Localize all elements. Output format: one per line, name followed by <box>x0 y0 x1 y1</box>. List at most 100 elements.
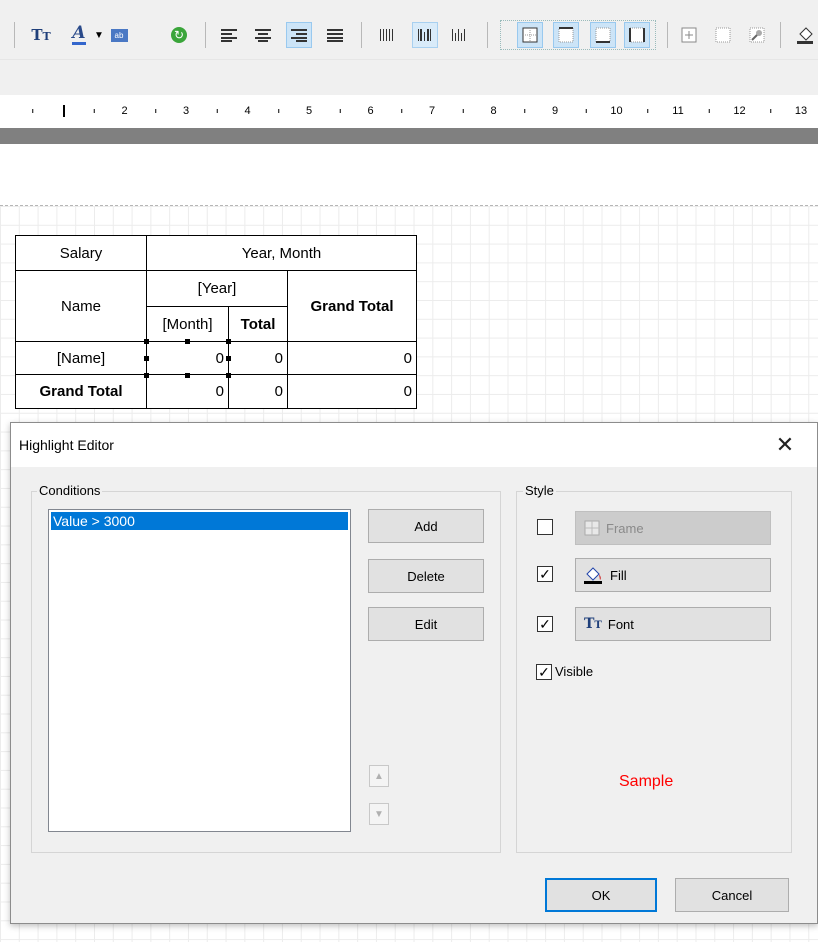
crosstab-name-field-cell[interactable]: [Name] <box>15 341 147 375</box>
crosstab-name-header-label: Name <box>60 297 101 315</box>
barcode3-icon[interactable] <box>446 22 472 48</box>
toolbar-separator <box>780 22 781 48</box>
add-button[interactable]: Add <box>368 509 484 543</box>
dropdown-arrow-icon[interactable]: ▼ <box>92 22 106 48</box>
fill-checkbox[interactable]: ✓ <box>537 566 553 582</box>
ruler-number: 4 <box>244 105 250 117</box>
crosstab-grand-total-row-cell[interactable]: Grand Total <box>15 374 147 409</box>
frame-sides-icon[interactable] <box>624 22 650 48</box>
conditions-list[interactable]: Value > 3000 <box>48 509 351 832</box>
crosstab-data-cell[interactable]: 0 <box>287 374 417 409</box>
font-button-label: Font <box>607 616 634 632</box>
selection-handle[interactable] <box>226 356 231 361</box>
ruler-tick <box>278 109 280 113</box>
close-icon[interactable]: ✕ <box>771 431 799 459</box>
selection-handle[interactable] <box>144 373 149 378</box>
frame-none-icon[interactable] <box>676 22 702 48</box>
text-box-icon[interactable]: ab <box>106 22 132 48</box>
ruler-tick <box>155 109 157 113</box>
fill-icon[interactable] <box>792 22 818 48</box>
selection-handle[interactable] <box>144 339 149 344</box>
horizontal-ruler[interactable]: 2 3 4 5 6 7 8 9 10 11 12 13 <box>0 95 818 128</box>
ruler-tick <box>708 109 710 113</box>
crosstab-salary-cell[interactable]: Salary <box>15 235 147 271</box>
selection-handle[interactable] <box>185 339 190 344</box>
crosstab-data-value: 0 <box>274 383 283 400</box>
frame-style-icon[interactable] <box>744 22 770 48</box>
highlight-editor-dialog: Highlight Editor ✕ Conditions Value > 30… <box>10 422 818 924</box>
frame-icon <box>584 520 600 536</box>
crosstab-grand-total-row-label: Grand Total <box>39 383 123 400</box>
text-font-icon[interactable]: TT <box>28 22 54 48</box>
move-up-button[interactable]: ▲ <box>369 765 389 787</box>
selection-handle[interactable] <box>226 373 231 378</box>
toolbar-separator <box>361 22 362 48</box>
align-right-icon[interactable] <box>286 22 312 48</box>
frame-bottom-icon[interactable] <box>590 22 616 48</box>
ruler-number: 8 <box>490 105 496 117</box>
ruler-number: 2 <box>121 105 127 117</box>
crosstab-grand-total-header-cell[interactable]: Grand Total <box>287 270 417 342</box>
crosstab-name-header-cell[interactable]: Name <box>15 270 147 342</box>
toolbar: TT A ▼ ab ↻ <box>0 0 818 60</box>
ruler-tick <box>216 109 218 113</box>
ok-button[interactable]: OK <box>545 878 657 912</box>
ruler-number: 6 <box>367 105 373 117</box>
dialog-title-bar[interactable]: Highlight Editor ✕ <box>11 423 817 467</box>
frame-top-icon[interactable] <box>553 22 579 48</box>
font-checkbox[interactable]: ✓ <box>537 616 553 632</box>
ruler-number: 7 <box>429 105 435 117</box>
crosstab-data-cell-selected[interactable]: 0 <box>146 341 229 375</box>
style-group-label: Style <box>523 483 556 498</box>
ruler-tick <box>32 109 34 113</box>
font-icon: TT <box>584 616 602 632</box>
barcode2-icon[interactable] <box>412 22 438 48</box>
crosstab-grand-total-header-label: Grand Total <box>310 297 394 315</box>
move-down-button[interactable]: ▼ <box>369 803 389 825</box>
selection-handle[interactable] <box>144 356 149 361</box>
barcode1-icon[interactable] <box>374 22 400 48</box>
ruler-tick <box>93 109 95 113</box>
crosstab-month-cell[interactable]: [Month] <box>146 306 229 342</box>
edit-button[interactable]: Edit <box>368 607 484 641</box>
crosstab-data-cell[interactable]: 0 <box>287 341 417 375</box>
crosstab-year-month-label: Year, Month <box>241 244 322 262</box>
crosstab-data-cell[interactable]: 0 <box>228 374 288 409</box>
font-color-icon[interactable]: A <box>66 22 92 48</box>
frame-checkbox[interactable] <box>537 519 553 535</box>
visible-label: Visible <box>555 664 594 679</box>
visible-checkbox[interactable]: ✓ <box>536 664 552 680</box>
font-button[interactable]: TT Font <box>575 607 771 641</box>
ruler-scrollbar <box>0 128 818 144</box>
selection-handle[interactable] <box>226 339 231 344</box>
delete-button[interactable]: Delete <box>368 559 484 593</box>
toolbar-band <box>0 60 818 95</box>
ruler-number: 13 <box>795 105 807 117</box>
check-mark-icon: ✓ <box>539 566 551 582</box>
ruler-tick <box>647 109 649 113</box>
frame-dotted-icon[interactable] <box>710 22 736 48</box>
ruler-marker <box>63 105 65 117</box>
selection-handle[interactable] <box>185 373 190 378</box>
align-center-icon[interactable] <box>250 22 276 48</box>
toolbar-separator <box>667 22 668 48</box>
ruler-number: 12 <box>733 105 745 117</box>
frame-all-icon[interactable] <box>517 22 543 48</box>
frame-button[interactable]: Frame <box>575 511 771 545</box>
crosstab-total-cell[interactable]: Total <box>228 306 288 342</box>
crosstab-data-cell[interactable]: 0 <box>146 374 229 409</box>
crosstab-data-value: 0 <box>403 383 412 400</box>
cancel-button[interactable]: Cancel <box>675 878 789 912</box>
justify-icon[interactable] <box>322 22 348 48</box>
ruler-ticks: 2 3 4 5 6 7 8 9 10 11 12 13 <box>32 105 807 117</box>
fill-button[interactable]: Fill <box>575 558 771 592</box>
toolbar-separator <box>14 22 15 48</box>
fill-button-label: Fill <box>610 567 627 583</box>
ruler-number: 3 <box>183 105 189 117</box>
list-item[interactable]: Value > 3000 <box>51 512 348 530</box>
refresh-icon[interactable]: ↻ <box>166 22 192 48</box>
align-left-icon[interactable] <box>216 22 242 48</box>
crosstab-year-month-cell[interactable]: Year, Month <box>146 235 417 271</box>
crosstab-year-cell[interactable]: [Year] <box>146 270 288 307</box>
crosstab-data-cell[interactable]: 0 <box>228 341 288 375</box>
